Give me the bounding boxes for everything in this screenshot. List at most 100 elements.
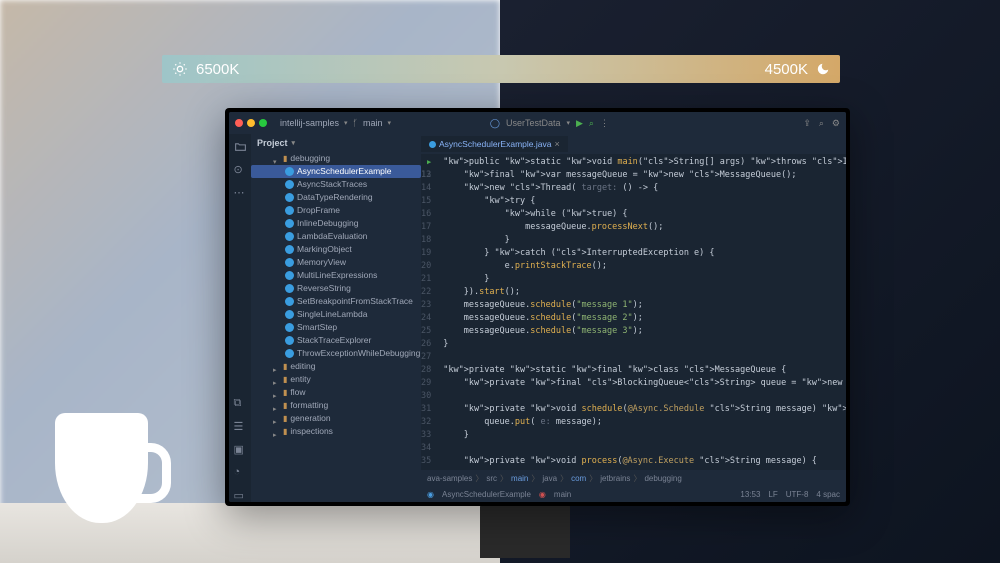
sidebar-title[interactable]: Project ▾ — [251, 134, 421, 152]
folder-icon: ▮ — [283, 412, 287, 425]
run-config-dropdown[interactable]: UserTestData — [506, 118, 561, 128]
tree-item-label: inspections — [290, 425, 333, 438]
editor-tab[interactable]: AsyncSchedulerExample.java × — [421, 136, 568, 152]
tree-item-label: MarkingObject — [297, 243, 352, 256]
project-dropdown[interactable]: intellij-samples — [280, 118, 339, 128]
tree-folder[interactable]: ▮inspections — [251, 425, 421, 438]
breadcrumb-segment[interactable]: java — [542, 474, 557, 483]
class-file-icon — [285, 245, 294, 254]
vcs-tool-icon[interactable]: ◔ — [234, 466, 247, 479]
moon-icon — [816, 62, 830, 76]
breadcrumb-segment[interactable]: jetbrains — [600, 474, 630, 483]
class-file-icon — [285, 167, 294, 176]
breadcrumb-segment[interactable]: src — [486, 474, 497, 483]
tree-folder[interactable]: ▮flow — [251, 386, 421, 399]
breadcrumb-separator-icon: 〉 — [531, 473, 539, 484]
tree-file[interactable]: SingleLineLambda — [251, 308, 421, 321]
tree-folder[interactable]: ▮generation — [251, 412, 421, 425]
ide-window: intellij-samples▾ ᚶ main▾ ◯ UserTestData… — [229, 112, 846, 502]
tree-file[interactable]: MemoryView — [251, 256, 421, 269]
line-gutter[interactable]: ▶ 12131415161718192021222324252627282930… — [421, 154, 437, 470]
indent-setting[interactable]: 4 spac — [816, 490, 840, 499]
project-tree[interactable]: ▮debugging AsyncSchedulerExampleAsyncSta… — [251, 152, 421, 502]
tree-folder-debugging[interactable]: ▮debugging — [251, 152, 421, 165]
breadcrumb-segment[interactable]: ava-samples — [427, 474, 472, 483]
project-sidebar: Project ▾ ▮debugging AsyncSchedulerExamp… — [251, 134, 421, 502]
chevron-right-icon — [273, 428, 280, 435]
tree-item-label: ThrowExceptionWhileDebugging — [297, 347, 420, 360]
structure-tool-icon[interactable]: ⋯ — [234, 186, 247, 199]
settings-icon[interactable]: ⚙ — [832, 118, 840, 129]
class-file-icon — [285, 232, 294, 241]
class-status-icon: ◉ — [427, 490, 434, 499]
more-button[interactable]: ⋮ — [600, 118, 609, 129]
stats-tool-icon[interactable]: ⧉ — [234, 397, 247, 410]
temp-right-label: 4500K — [765, 61, 808, 78]
run-button[interactable]: ▶ — [576, 118, 583, 129]
tree-file[interactable]: InlineDebugging — [251, 217, 421, 230]
tree-file[interactable]: SmartStep — [251, 321, 421, 334]
code-text[interactable]: "kw">public "kw">static "kw">void main("… — [437, 154, 846, 470]
breadcrumb-segment[interactable]: main — [511, 474, 528, 483]
breadcrumb-separator-icon: 〉 — [589, 473, 597, 484]
breadcrumb-separator-icon: 〉 — [500, 473, 508, 484]
breadcrumb-bar[interactable]: ava-samples〉src〉main〉java〉com〉jetbrains〉… — [421, 470, 846, 486]
breadcrumb-segment[interactable]: debugging — [644, 474, 681, 483]
terminal-tool-icon[interactable]: ▣ — [234, 443, 247, 456]
branch-label[interactable]: main — [363, 118, 383, 128]
editor-area: AsyncSchedulerExample.java × ▶ 121314151… — [421, 134, 846, 502]
file-encoding[interactable]: UTF-8 — [786, 490, 809, 499]
build-tool-icon[interactable]: ☰ — [234, 420, 247, 433]
tree-file[interactable]: MarkingObject — [251, 243, 421, 256]
tree-file[interactable]: StackTraceExplorer — [251, 334, 421, 347]
tree-file[interactable]: SetBreakpointFromStackTrace — [251, 295, 421, 308]
problems-tool-icon[interactable]: ▭ — [234, 489, 247, 502]
line-separator[interactable]: LF — [768, 490, 777, 499]
breadcrumb-separator-icon: 〉 — [475, 473, 483, 484]
tree-item-label: AsyncSchedulerExample — [297, 165, 392, 178]
class-file-icon — [285, 219, 294, 228]
tree-file[interactable]: DropFrame — [251, 204, 421, 217]
tree-folder[interactable]: ▮formatting — [251, 399, 421, 412]
tree-file[interactable]: MultiLineExpressions — [251, 269, 421, 282]
class-file-icon — [285, 297, 294, 306]
debug-button[interactable]: ⌕ — [589, 118, 594, 129]
code-editor[interactable]: ▶ 12131415161718192021222324252627282930… — [421, 154, 846, 470]
tree-file[interactable]: LambdaEvaluation — [251, 230, 421, 243]
status-method[interactable]: main — [554, 490, 571, 499]
tree-folder[interactable]: ▮editing — [251, 360, 421, 373]
breadcrumb-separator-icon: 〉 — [560, 473, 568, 484]
code-with-me-icon[interactable]: ⇪ — [803, 118, 811, 129]
tree-file[interactable]: DataTypeRendering — [251, 191, 421, 204]
class-file-icon — [285, 323, 294, 332]
tree-item-label: SetBreakpointFromStackTrace — [297, 295, 413, 308]
minimize-window-icon[interactable] — [247, 119, 255, 127]
commit-tool-icon[interactable]: ⊙ — [234, 163, 247, 176]
tree-item-label: editing — [290, 360, 315, 373]
folder-icon: ▮ — [283, 373, 287, 386]
class-file-icon — [285, 193, 294, 202]
close-window-icon[interactable] — [235, 119, 243, 127]
search-icon[interactable]: ⌕ — [819, 118, 824, 129]
maximize-window-icon[interactable] — [259, 119, 267, 127]
breadcrumb-separator-icon: 〉 — [633, 473, 641, 484]
close-tab-icon[interactable]: × — [554, 139, 559, 149]
monitor-bezel: intellij-samples▾ ᚶ main▾ ◯ UserTestData… — [225, 108, 850, 506]
window-controls[interactable] — [235, 119, 267, 127]
tree-file[interactable]: ThrowExceptionWhileDebugging — [251, 347, 421, 360]
class-file-icon — [285, 271, 294, 280]
tree-folder[interactable]: ▮entity — [251, 373, 421, 386]
chevron-right-icon — [273, 376, 280, 383]
class-file-icon — [285, 258, 294, 267]
tree-file[interactable]: ReverseString — [251, 282, 421, 295]
tab-label: AsyncSchedulerExample.java — [439, 139, 551, 149]
vcs-branch-icon[interactable]: ᚶ — [353, 118, 358, 128]
breadcrumb-segment[interactable]: com — [571, 474, 586, 483]
cursor-position[interactable]: 13:53 — [740, 490, 760, 499]
chevron-right-icon — [273, 402, 280, 409]
ide-titlebar: intellij-samples▾ ᚶ main▾ ◯ UserTestData… — [229, 112, 846, 134]
tree-file[interactable]: AsyncSchedulerExample — [251, 165, 421, 178]
status-class[interactable]: AsyncSchedulerExample — [442, 490, 531, 499]
tree-file[interactable]: AsyncStackTraces — [251, 178, 421, 191]
project-tool-icon[interactable] — [234, 140, 247, 153]
